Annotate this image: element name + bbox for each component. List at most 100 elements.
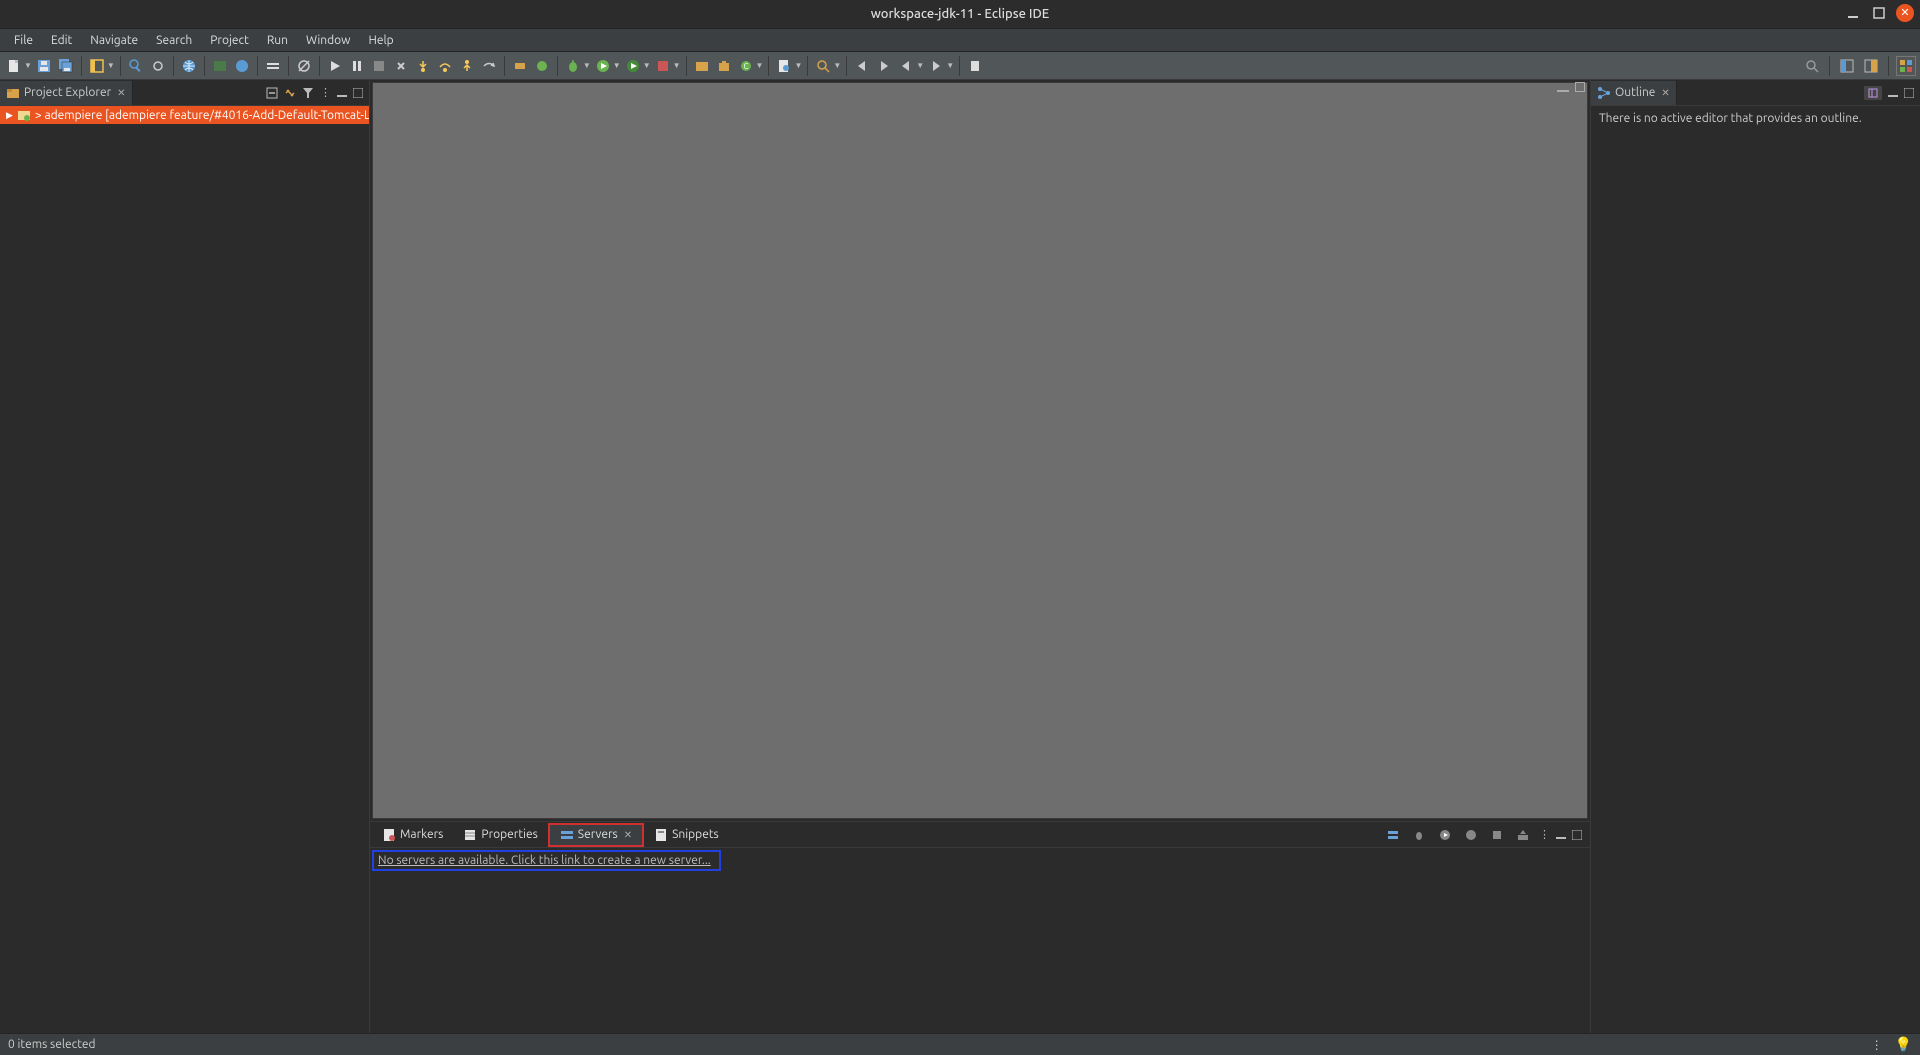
minimize-view-icon[interactable] (1888, 88, 1898, 98)
back-icon[interactable] (852, 56, 872, 76)
perspective-java-ee-icon[interactable] (1837, 56, 1857, 76)
debug-server-icon[interactable] (1409, 825, 1429, 845)
tip-bulb-icon[interactable]: 💡 (1895, 1036, 1912, 1053)
minimize-editor-icon[interactable] (1557, 82, 1569, 92)
menu-file[interactable]: File (6, 32, 41, 49)
skip-breakpoints-icon[interactable] (294, 56, 314, 76)
save-all-icon[interactable] (56, 56, 76, 76)
breakpoint-type-icon[interactable] (510, 56, 530, 76)
editor-area[interactable] (372, 82, 1588, 819)
forward-icon[interactable] (874, 56, 894, 76)
new-java-class-icon[interactable] (532, 56, 552, 76)
status-menu-icon[interactable]: ⋮ (1871, 1038, 1883, 1052)
menu-search[interactable]: Search (148, 32, 200, 49)
focus-active-task-icon[interactable] (1864, 86, 1882, 100)
tab-properties[interactable]: Properties (453, 823, 547, 847)
dropdown-arrow-icon[interactable]: ▼ (24, 61, 32, 70)
view-menu-icon[interactable]: ⋮ (1539, 828, 1550, 841)
open-type-icon[interactable] (774, 56, 794, 76)
tab-servers[interactable]: Servers ✕ (548, 823, 644, 847)
collapse-all-icon[interactable] (266, 87, 278, 99)
new-class-icon[interactable]: C (736, 56, 756, 76)
build-icon[interactable] (126, 56, 146, 76)
quick-access-icon[interactable] (1802, 56, 1822, 76)
close-icon[interactable]: ✕ (117, 87, 125, 99)
dropdown-arrow-icon[interactable]: ▼ (613, 61, 621, 70)
dropdown-arrow-icon[interactable]: ▼ (794, 61, 802, 70)
publish-server-icon[interactable] (1513, 825, 1533, 845)
tab-snippets[interactable]: Snippets (644, 823, 729, 847)
maximize-view-icon[interactable] (1904, 88, 1914, 98)
jsp-icon[interactable] (210, 56, 230, 76)
maximize-editor-icon[interactable] (1575, 82, 1585, 92)
maximize-view-icon[interactable] (353, 88, 363, 98)
dropdown-arrow-icon[interactable]: ▼ (643, 61, 651, 70)
menu-run[interactable]: Run (259, 32, 296, 49)
run-icon[interactable] (593, 56, 613, 76)
close-icon[interactable]: ✕ (1661, 87, 1669, 99)
run-server-icon[interactable] (232, 56, 252, 76)
open-perspective-icon[interactable] (87, 56, 107, 76)
forward-history-icon[interactable] (926, 56, 946, 76)
minimize-view-icon[interactable] (337, 88, 347, 98)
menu-project[interactable]: Project (202, 32, 257, 49)
view-menu-icon[interactable]: ⋮ (320, 86, 331, 99)
link-editor-icon[interactable] (284, 87, 296, 99)
step-return-icon[interactable] (457, 56, 477, 76)
new-package-icon[interactable] (714, 56, 734, 76)
suspend-icon[interactable] (347, 56, 367, 76)
back-history-icon[interactable] (896, 56, 916, 76)
web-browser-icon[interactable] (179, 56, 199, 76)
filter-icon[interactable] (302, 87, 314, 99)
minimize-window-button[interactable] (1844, 4, 1862, 22)
close-window-button[interactable]: ✕ (1896, 4, 1914, 22)
dropdown-arrow-icon[interactable]: ▼ (583, 61, 591, 70)
maximize-window-button[interactable] (1870, 4, 1888, 22)
start-server-icon[interactable] (1435, 825, 1455, 845)
perspective-java-icon[interactable] (1861, 56, 1881, 76)
dropdown-arrow-icon[interactable]: ▼ (756, 61, 764, 70)
dropdown-arrow-icon[interactable]: ▼ (107, 61, 115, 70)
create-new-server-link[interactable]: No servers are available. Click this lin… (378, 854, 711, 867)
status-selection: 0 items selected (8, 1038, 96, 1051)
new-icon[interactable] (4, 56, 24, 76)
dropdown-arrow-icon[interactable]: ▼ (833, 61, 841, 70)
expand-arrow-icon[interactable]: ▶ (6, 110, 13, 121)
menu-window[interactable]: Window (298, 32, 358, 49)
perspective-switcher-icon[interactable] (1896, 56, 1916, 76)
close-icon[interactable]: ✕ (624, 829, 632, 841)
tree-item-adempiere[interactable]: ▶ > adempiere [adempiere feature/#4016-A… (0, 106, 369, 124)
minimize-view-icon[interactable] (1556, 830, 1566, 840)
step-over-icon[interactable] (435, 56, 455, 76)
dropdown-arrow-icon[interactable]: ▼ (673, 61, 681, 70)
toolbar-separator (81, 56, 82, 76)
dropdown-arrow-icon[interactable]: ▼ (946, 61, 954, 70)
snippets-icon (654, 828, 668, 842)
toggle-breadcrumb-icon[interactable] (263, 56, 283, 76)
team-sync-icon[interactable] (148, 56, 168, 76)
project-explorer-tab[interactable]: Project Explorer ✕ (0, 81, 133, 105)
debug-icon[interactable] (563, 56, 583, 76)
menu-help[interactable]: Help (360, 32, 401, 49)
drop-frame-icon[interactable] (479, 56, 499, 76)
menu-edit[interactable]: Edit (43, 32, 80, 49)
maximize-view-icon[interactable] (1572, 830, 1582, 840)
stop-server-icon[interactable] (1487, 825, 1507, 845)
resume-icon[interactable] (325, 56, 345, 76)
new-java-project-icon[interactable] (692, 56, 712, 76)
tab-markers[interactable]: Markers (372, 823, 453, 847)
pin-editor-icon[interactable] (965, 56, 985, 76)
profile-server-icon[interactable] (1461, 825, 1481, 845)
menu-navigate[interactable]: Navigate (82, 32, 146, 49)
toolbar-separator (807, 56, 808, 76)
terminate-icon[interactable] (369, 56, 389, 76)
search-icon[interactable] (813, 56, 833, 76)
dropdown-arrow-icon[interactable]: ▼ (916, 61, 924, 70)
disconnect-icon[interactable] (391, 56, 411, 76)
save-icon[interactable] (34, 56, 54, 76)
step-into-icon[interactable] (413, 56, 433, 76)
run-last-icon[interactable] (653, 56, 673, 76)
new-server-icon[interactable] (1383, 825, 1403, 845)
coverage-icon[interactable] (623, 56, 643, 76)
outline-tab[interactable]: Outline ✕ (1591, 81, 1677, 105)
